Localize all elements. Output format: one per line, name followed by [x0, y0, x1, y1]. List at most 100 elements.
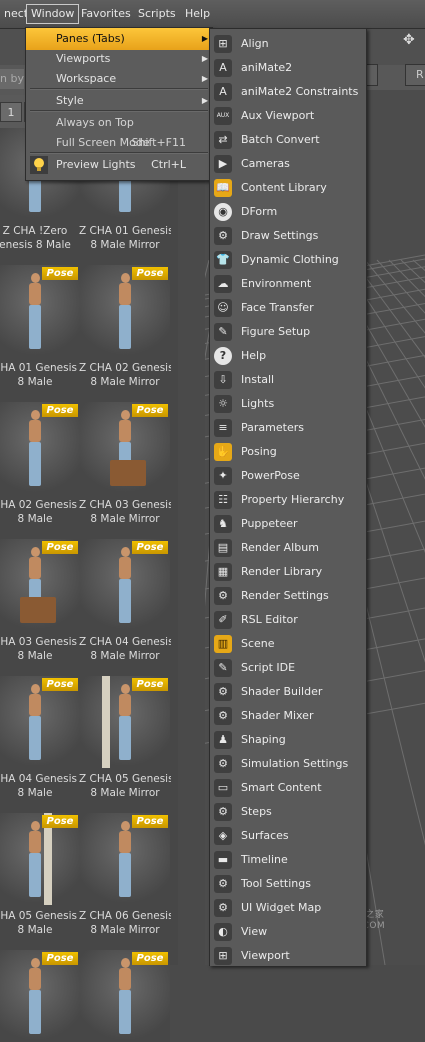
help-icon: ?: [214, 347, 232, 365]
thumbnail-caption: Z CHA 02 Genesis 8 Male Mirror: [79, 361, 171, 389]
menu-favorites[interactable]: Favorites: [77, 5, 135, 23]
figure-tool-icon[interactable]: ✥: [403, 32, 421, 50]
smart-content-icon: ▭: [214, 779, 232, 797]
pane-item-figure-setup[interactable]: ✎ Figure Setup: [210, 320, 366, 344]
pose-thumbnail[interactable]: Pose: [80, 539, 170, 631]
crate-prop: [110, 460, 146, 486]
pose-thumbnail[interactable]: Pose: [80, 676, 170, 768]
pane-item-render-settings[interactable]: ⚙ Render Settings: [210, 584, 366, 608]
dynamic-clothing-icon: 👕: [214, 251, 232, 269]
menu-window[interactable]: Window: [26, 4, 80, 24]
pane-item-rsl-editor[interactable]: ✐ RSL Editor: [210, 608, 366, 632]
pane-item-shader-mixer[interactable]: ⚙ Shader Mixer: [210, 704, 366, 728]
menu-scripts[interactable]: Scripts: [134, 5, 180, 23]
menu-item-label: Viewports: [56, 52, 111, 65]
menu-item-workspace[interactable]: Workspace ▶: [26, 68, 212, 90]
panes-submenu: ⊞ Align AaniMate2 AaniMate2 Constraints AUX A…: [209, 28, 367, 966]
caption-line2: 8 Male: [17, 787, 53, 799]
pane-item-label: Install: [241, 373, 275, 386]
pane-item-environment[interactable]: ☁ Environment: [210, 272, 366, 296]
pane-item-simulation-settings[interactable]: ⚙ Simulation Settings: [210, 752, 366, 776]
pose-thumbnail[interactable]: Pose: [80, 402, 170, 494]
pane-item-shader-builder[interactable]: ⚙ Shader Builder: [210, 680, 366, 704]
pane-item-script-ide[interactable]: ✎ Script IDE: [210, 656, 366, 680]
pose-thumbnail[interactable]: Pose: [80, 813, 170, 905]
pose-thumbnail[interactable]: Pose: [0, 265, 80, 357]
caption-line2: 8 Male: [17, 924, 53, 936]
caption-line2: 8 Male Mirror: [90, 239, 160, 251]
pane-item-smart-content[interactable]: ▭ Smart Content: [210, 776, 366, 800]
align-icon: ⊞: [214, 35, 232, 53]
face-transfer-icon: ☺: [214, 299, 232, 317]
page-number-button[interactable]: 1: [0, 102, 22, 122]
pane-item-label: Cameras: [241, 157, 290, 170]
pane-item-render-album[interactable]: ▤ Render Album: [210, 536, 366, 560]
pane-item-powerpose[interactable]: ✦ PowerPose: [210, 464, 366, 488]
tool-settings-icon: ⚙: [214, 875, 232, 893]
thumbnail-caption: CHA 04 Genesis 8 Male: [0, 772, 81, 800]
figure-preview: [118, 821, 132, 899]
pane-item-label: PowerPose: [241, 469, 300, 482]
pane-item-dform[interactable]: ◉ DForm: [210, 200, 366, 224]
pillar-prop: [102, 676, 110, 768]
tab-render[interactable]: R: [405, 64, 425, 86]
figure-preview: [118, 273, 132, 351]
pane-item-draw-settings[interactable]: ⚙ Draw Settings: [210, 224, 366, 248]
submenu-arrow-icon: ▶: [201, 54, 208, 63]
search-input[interactable]: n by: [0, 69, 24, 89]
pane-item-label: Parameters: [241, 421, 304, 434]
pane-item-render-library[interactable]: ▦ Render Library: [210, 560, 366, 584]
pane-item-label: RSL Editor: [241, 613, 298, 626]
pane-item-label: Render Library: [241, 565, 323, 578]
menu-item-preview-lights[interactable]: Preview Lights Ctrl+L: [26, 154, 212, 176]
menu-item-full-screen[interactable]: Full Screen Mode Shift+F11: [26, 132, 212, 154]
pane-item-content-library[interactable]: 📖 Content Library: [210, 176, 366, 200]
pane-item-batch-convert[interactable]: ⇄ Batch Convert: [210, 128, 366, 152]
pane-item-parameters[interactable]: ≡ Parameters: [210, 416, 366, 440]
batch-convert-icon: ⇄: [214, 131, 232, 149]
caption-line2: 8 Male: [17, 376, 53, 388]
pane-item-viewport[interactable]: ⊞ Viewport: [210, 944, 366, 968]
pane-item-tool-settings[interactable]: ⚙ Tool Settings: [210, 872, 366, 896]
pane-item-shaping[interactable]: ♟ Shaping: [210, 728, 366, 752]
pane-item-surfaces[interactable]: ◈ Surfaces: [210, 824, 366, 848]
pane-item-animate2-constraints[interactable]: AaniMate2 Constraints: [210, 80, 366, 104]
pane-item-view[interactable]: ◐ View: [210, 920, 366, 944]
pane-item-face-transfer[interactable]: ☺ Face Transfer: [210, 296, 366, 320]
pane-item-scene[interactable]: ▥ Scene: [210, 632, 366, 656]
pane-item-steps[interactable]: ⚙ Steps: [210, 800, 366, 824]
menu-help[interactable]: Help: [181, 5, 214, 23]
menu-item-viewports[interactable]: Viewports ▶: [26, 48, 212, 70]
menu-item-panes[interactable]: Panes (Tabs) ▶: [26, 28, 212, 50]
pose-thumbnail[interactable]: Pose: [80, 950, 170, 1042]
lightbulb-icon: [30, 156, 48, 174]
pane-item-lights[interactable]: ☼ Lights: [210, 392, 366, 416]
pane-item-aux-viewport[interactable]: AUX Aux Viewport: [210, 104, 366, 128]
pane-item-help[interactable]: ? Help: [210, 344, 366, 368]
pane-item-animate2[interactable]: AaniMate2: [210, 56, 366, 80]
pane-item-align[interactable]: ⊞ Align: [210, 32, 366, 56]
pose-thumbnail[interactable]: Pose: [0, 676, 80, 768]
pose-thumbnail[interactable]: Pose: [0, 402, 80, 494]
pane-item-posing[interactable]: ✋ Posing: [210, 440, 366, 464]
pane-item-property-hierarchy[interactable]: ☷ Property Hierarchy: [210, 488, 366, 512]
pane-item-ui-widget-map[interactable]: ⚙ UI Widget Map: [210, 896, 366, 920]
pose-thumbnail[interactable]: Pose: [0, 539, 80, 631]
menu-bar: nect Window Favorites Scripts Help: [0, 0, 425, 29]
pane-item-label: aniMate2: [241, 61, 293, 74]
caption-line1: CHA 05 Genesis: [0, 910, 77, 922]
pose-thumbnail[interactable]: Pose: [80, 265, 170, 357]
menu-item-style[interactable]: Style ▶: [26, 90, 212, 112]
pose-thumbnail[interactable]: Pose: [0, 813, 80, 905]
pane-item-puppeteer[interactable]: ♞ Puppeteer: [210, 512, 366, 536]
lights-icon: ☼: [214, 395, 232, 413]
pane-item-label: Shader Mixer: [241, 709, 314, 722]
menu-item-always-on-top[interactable]: Always on Top: [26, 112, 212, 134]
pose-thumbnail[interactable]: Pose: [0, 950, 80, 1042]
pane-item-install[interactable]: ⇩ Install: [210, 368, 366, 392]
pane-item-dynamic-clothing[interactable]: 👕 Dynamic Clothing: [210, 248, 366, 272]
draw-settings-icon: ⚙: [214, 227, 232, 245]
pane-item-label: DForm: [241, 205, 278, 218]
pane-item-timeline[interactable]: ▬ Timeline: [210, 848, 366, 872]
pane-item-cameras[interactable]: ▶ Cameras: [210, 152, 366, 176]
